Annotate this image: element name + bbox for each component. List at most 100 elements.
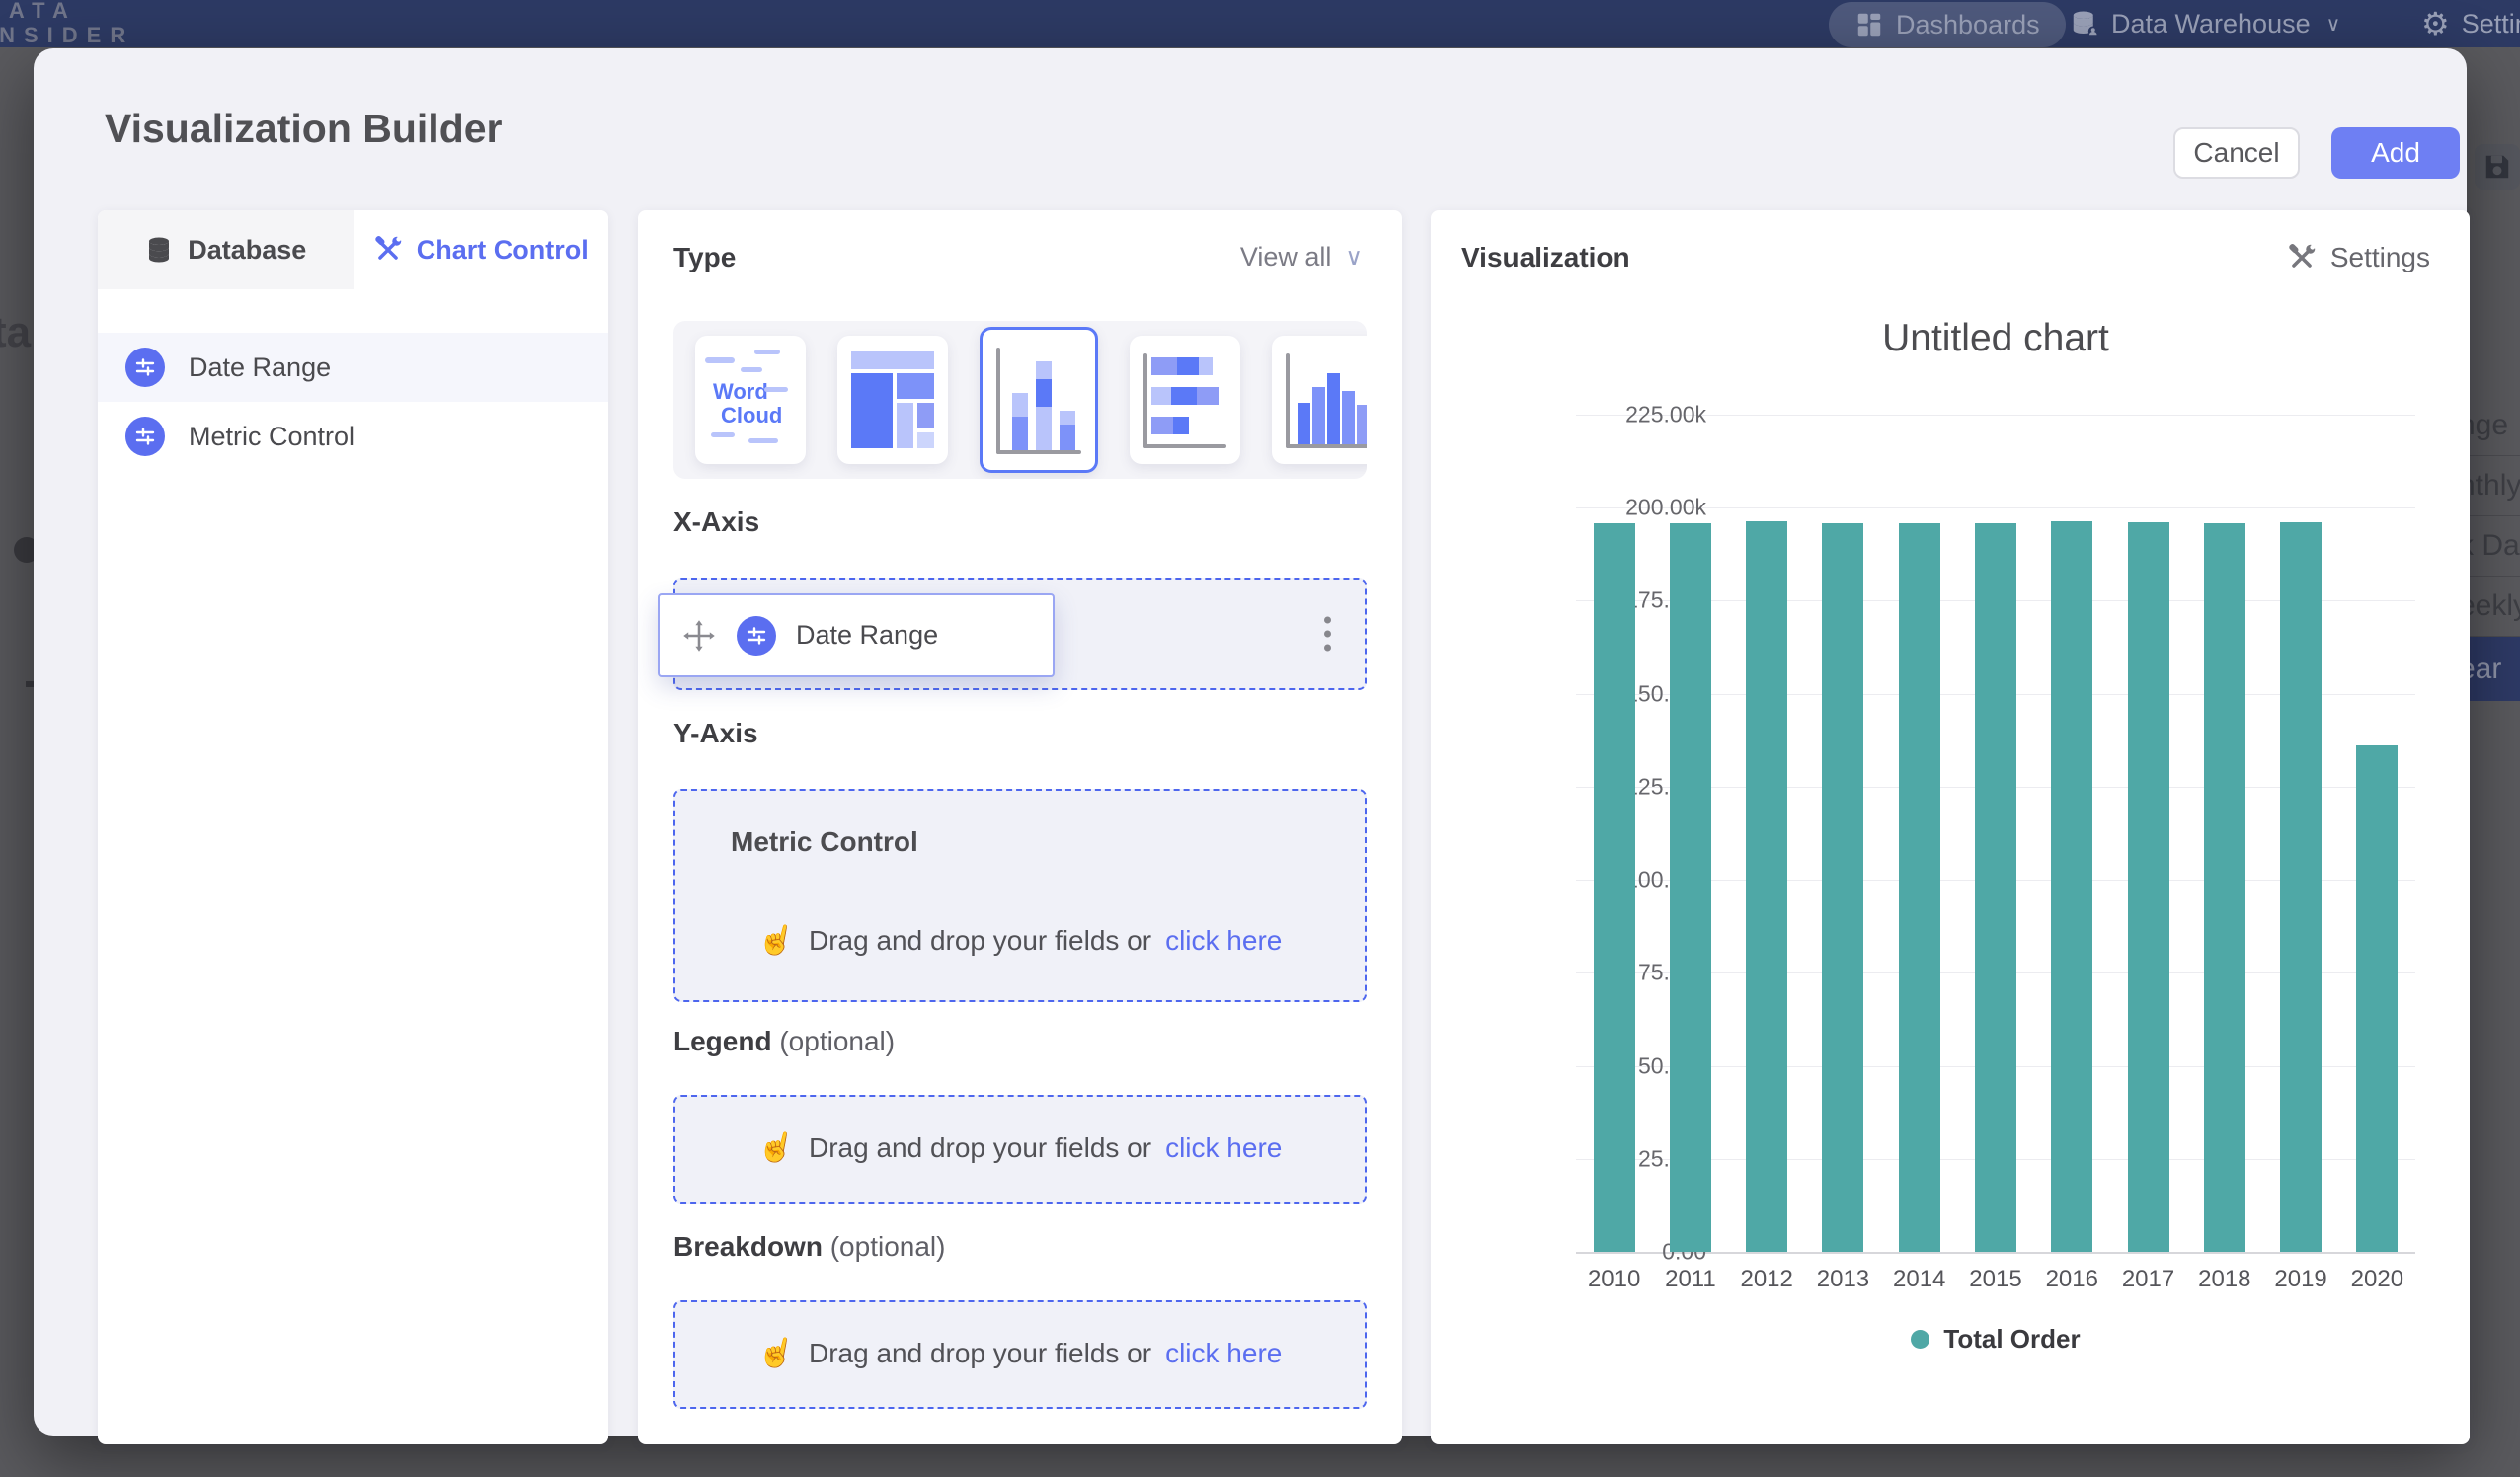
chart-type-treemap[interactable] [837, 336, 948, 464]
date-range-drag-chip[interactable]: Date Range [658, 593, 1055, 677]
screen: DATA INSIDER Dashboards Data Warehouse ∨… [0, 0, 2520, 1477]
save-floppy-icon [2482, 152, 2512, 182]
field-item-label: Metric Control [189, 422, 354, 452]
click-here-link[interactable]: click here [1165, 1338, 1282, 1369]
builder-panel: Type View all ∨ Word Cloud [638, 210, 1402, 1444]
dashboards-grid-icon [1854, 10, 1884, 39]
y-axis-drag-hint: ☝ Drag and drop your fields or click her… [675, 923, 1365, 958]
database-icon [144, 235, 174, 265]
chevron-down-icon: ∨ [1345, 243, 1363, 272]
x-axis-tick-label: 2016 [2033, 1266, 2110, 1293]
chart-legend: Total Order [1576, 1324, 2415, 1355]
fields-panel: Database Chart Control Date Range [98, 210, 608, 1444]
chart-type-strip: Word Cloud [673, 321, 1367, 479]
bar-2016 [2051, 521, 2092, 1252]
type-section-title: Type [673, 242, 736, 273]
word-cloud-text: Cloud [721, 403, 782, 428]
view-all-dropdown[interactable]: View all ∨ [1240, 242, 1363, 272]
bar-2012 [1746, 521, 1787, 1252]
background-cropped-text: ta [0, 308, 31, 357]
chart-title: Untitled chart [1576, 317, 2415, 360]
visualization-builder-modal: Visualization Builder Cancel Add Databas… [34, 48, 2467, 1436]
chart-settings-button[interactable]: Settings [2287, 242, 2430, 273]
breakdown-optional-text: (optional) [830, 1231, 946, 1262]
tab-chart-control[interactable]: Chart Control [354, 210, 609, 289]
nav-settings-label: Settings [2462, 9, 2520, 39]
tap-hand-icon: ☝ [754, 1332, 798, 1373]
nav-data-warehouse-label: Data Warehouse [2111, 9, 2311, 39]
nav-dashboards[interactable]: Dashboards [1829, 2, 2066, 47]
legend-title-text: Legend [673, 1026, 772, 1056]
modal-title: Visualization Builder [105, 106, 503, 152]
legend-drag-hint: ☝ Drag and drop your fields or click her… [675, 1130, 1365, 1165]
x-axis-tick-label: 2012 [1728, 1266, 1805, 1293]
x-axis-tick-label: 2015 [1957, 1266, 2034, 1293]
cancel-button[interactable]: Cancel [2173, 127, 2300, 179]
chart-type-word-cloud[interactable]: Word Cloud [695, 336, 806, 464]
bar-2013 [1822, 523, 1863, 1252]
breakdown-section-title: Breakdown (optional) [673, 1231, 945, 1263]
control-sliders-icon [125, 417, 165, 456]
y-axis-placeholder-title: Metric Control [731, 826, 918, 858]
legend-series-label: Total Order [1943, 1324, 2080, 1355]
tab-chart-control-label: Chart Control [417, 235, 589, 266]
breakdown-dropzone[interactable]: ☝ Drag and drop your fields or click her… [673, 1300, 1367, 1409]
move-cursor-icon [681, 618, 717, 654]
legend-series-dot [1911, 1330, 1929, 1349]
word-cloud-text: Word [713, 379, 768, 405]
tools-icon [373, 235, 403, 265]
drag-hint-text: Drag and drop your fields or [809, 925, 1151, 957]
tap-hand-icon: ☝ [754, 1127, 798, 1168]
bar-2019 [2280, 522, 2322, 1252]
chevron-down-icon: ∨ [2326, 12, 2341, 37]
click-here-link[interactable]: click here [1165, 1132, 1282, 1164]
chart-type-stacked-column[interactable] [980, 327, 1098, 473]
y-axis-section-title: Y-Axis [673, 718, 758, 749]
bar-2014 [1899, 523, 1940, 1252]
breakdown-title-text: Breakdown [673, 1231, 823, 1262]
bar-2018 [2204, 523, 2245, 1252]
control-sliders-icon [125, 348, 165, 387]
x-axis-section-title: X-Axis [673, 506, 759, 538]
add-button[interactable]: Add [2331, 127, 2460, 179]
drag-hint-text: Drag and drop your fields or [809, 1338, 1151, 1369]
x-axis-tick-label: 2018 [2186, 1266, 2263, 1293]
tools-icon [2287, 243, 2317, 272]
click-here-link[interactable]: click here [1165, 925, 1282, 957]
fields-panel-tabs: Database Chart Control [98, 210, 608, 289]
tab-database[interactable]: Database [98, 210, 354, 289]
nav-data-warehouse[interactable]: Data Warehouse ∨ [2070, 0, 2340, 47]
bar-chart-plot: 225.00k200.00k175.00k150.00k125.00k100.0… [1576, 415, 2415, 1252]
y-axis-dropzone[interactable]: Metric Control ☝ Drag and drop your fiel… [673, 789, 1367, 1002]
control-sliders-icon [737, 616, 776, 656]
field-item-metric-control[interactable]: Metric Control [98, 402, 608, 471]
bar-2015 [1975, 523, 2016, 1252]
x-axis-tick-label: 2014 [1881, 1266, 1958, 1293]
gear-icon: ⚙ [2421, 8, 2450, 39]
legend-optional-text: (optional) [779, 1026, 895, 1056]
bar-2020 [2356, 745, 2398, 1252]
x-axis-tick-label: 2011 [1652, 1266, 1729, 1293]
visualization-panel: Visualization Settings Untitled chart 22… [1431, 210, 2470, 1444]
x-axis-tick-label: 2020 [2338, 1266, 2415, 1293]
chart-settings-label: Settings [2330, 242, 2430, 273]
save-button[interactable] [2475, 144, 2520, 190]
chart-type-histogram[interactable] [1272, 336, 1367, 464]
app-logo: DATA INSIDER [0, 0, 134, 47]
breakdown-drag-hint: ☝ Drag and drop your fields or click her… [675, 1336, 1365, 1370]
tab-database-label: Database [188, 235, 306, 266]
x-axis-tick-label: 2019 [2262, 1266, 2339, 1293]
bar-2010 [1594, 523, 1635, 1252]
bar-2017 [2128, 522, 2169, 1252]
nav-settings[interactable]: ⚙ Settings [2421, 0, 2520, 47]
x-axis-tick-label: 2017 [2110, 1266, 2187, 1293]
field-item-date-range[interactable]: Date Range [98, 333, 608, 402]
drag-chip-label: Date Range [796, 620, 938, 651]
kebab-menu-icon[interactable] [1316, 609, 1339, 660]
drag-hint-text: Drag and drop your fields or [809, 1132, 1151, 1164]
tap-hand-icon: ☝ [754, 919, 798, 961]
legend-section-title: Legend (optional) [673, 1026, 895, 1057]
bar-2011 [1670, 523, 1711, 1252]
chart-type-stacked-bar[interactable] [1130, 336, 1240, 464]
legend-dropzone[interactable]: ☝ Drag and drop your fields or click her… [673, 1095, 1367, 1204]
